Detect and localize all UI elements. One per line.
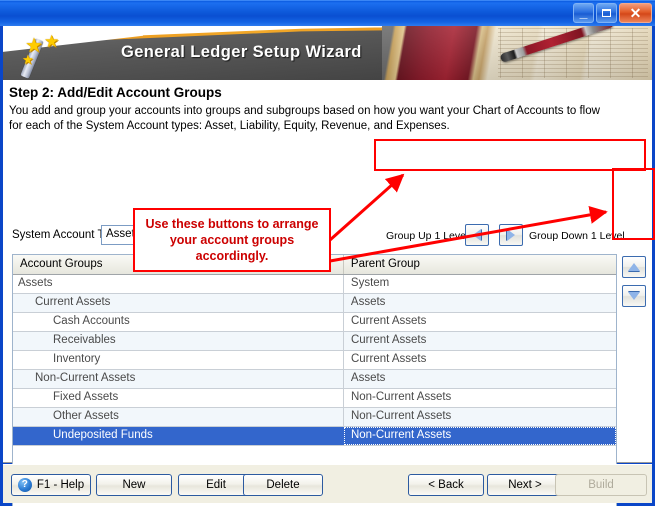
- table-row[interactable]: Assets System: [13, 275, 616, 294]
- banner-title: General Ledger Setup Wizard: [121, 43, 362, 61]
- cell-parent-group: Non-Current Assets: [343, 427, 616, 445]
- maximize-button[interactable]: [596, 3, 617, 23]
- page-title: Step 2: Add/Edit Account Groups: [9, 85, 222, 100]
- cell-account-group: Undeposited Funds: [53, 429, 153, 441]
- annotation-callout-text: Use these buttons to arrange your accoun…: [145, 217, 319, 263]
- new-button[interactable]: New: [96, 474, 172, 496]
- cell-account-group: Cash Accounts: [13, 313, 344, 331]
- table-row[interactable]: Non-Current Assets Assets: [13, 370, 616, 389]
- help-button[interactable]: ? F1 - Help: [11, 474, 91, 496]
- annotation-callout: Use these buttons to arrange your accoun…: [133, 208, 331, 272]
- footer-button-bar: ? F1 - Help New Edit Delete < Back Next …: [3, 464, 652, 503]
- help-button-label: F1 - Help: [36, 479, 85, 491]
- star-icon: ★: [44, 32, 60, 51]
- triangle-right-icon: [507, 229, 515, 241]
- page-description: You add and group your accounts into gro…: [9, 105, 600, 132]
- cell-parent-group: Current Assets: [350, 334, 427, 346]
- group-down-label: Group Down 1 Level: [529, 230, 625, 242]
- minimize-icon: _: [579, 4, 588, 20]
- cell-parent-group: Assets: [350, 296, 386, 308]
- cell-parent-group: Assets: [350, 372, 386, 384]
- column-header-parent-group[interactable]: Parent Group: [344, 255, 616, 274]
- star-icon: ★: [22, 52, 34, 67]
- cell-parent-group: Non-Current Assets: [350, 391, 452, 403]
- cell-account-group: Inventory: [13, 351, 344, 369]
- delete-button[interactable]: Delete: [243, 474, 323, 496]
- cell-account-group: Assets: [13, 275, 344, 293]
- move-row-up-button[interactable]: [622, 256, 646, 278]
- window-controls: _ ✕: [573, 3, 652, 23]
- cell-account-group: Current Assets: [13, 294, 344, 312]
- table-row[interactable]: Fixed Assets Non-Current Assets: [13, 389, 616, 408]
- cell-parent-group: System: [350, 277, 390, 289]
- close-icon: ✕: [629, 5, 642, 21]
- cell-parent-group: Non-Current Assets: [350, 410, 452, 422]
- next-button[interactable]: Next >: [487, 474, 563, 496]
- table-row[interactable]: Undeposited Funds Non-Current Assets: [13, 427, 616, 446]
- table-row[interactable]: Other Assets Non-Current Assets: [13, 408, 616, 427]
- group-up-label: Group Up 1 Level: [386, 230, 469, 242]
- triangle-left-icon: [473, 229, 481, 241]
- cell-account-group: Fixed Assets: [13, 389, 344, 407]
- cell-account-group: Non-Current Assets: [13, 370, 344, 388]
- triangle-up-icon: [628, 263, 640, 271]
- table-row[interactable]: Current Assets Assets: [13, 294, 616, 313]
- grid-rows: Assets System Current Assets Assets Cash Acc…: [13, 275, 616, 446]
- title-bar: _ ✕: [0, 0, 655, 26]
- cell-parent-group: Current Assets: [350, 353, 427, 365]
- table-row[interactable]: Receivables Current Assets: [13, 332, 616, 351]
- wizard-window: _ ✕ ★ ★ ★ General Ledger Setup Wizard St…: [0, 0, 655, 506]
- cell-parent-group: Current Assets: [350, 315, 427, 327]
- back-button[interactable]: < Back: [408, 474, 484, 496]
- cell-account-group: Other Assets: [13, 408, 344, 426]
- group-down-one-level-button[interactable]: [499, 224, 523, 246]
- magic-wand-icon: ★ ★ ★: [20, 32, 69, 79]
- table-row[interactable]: Cash Accounts Current Assets: [13, 313, 616, 332]
- minimize-button[interactable]: _: [573, 3, 594, 23]
- table-row[interactable]: Inventory Current Assets: [13, 351, 616, 370]
- wizard-banner: ★ ★ ★ General Ledger Setup Wizard: [3, 26, 652, 80]
- ledger-book-photo: [382, 26, 652, 80]
- question-mark-circle-icon: ?: [17, 478, 32, 492]
- group-up-one-level-button[interactable]: [465, 224, 489, 246]
- triangle-down-icon: [628, 292, 640, 300]
- cell-account-group: Receivables: [13, 332, 344, 350]
- close-button[interactable]: ✕: [619, 3, 652, 23]
- move-row-down-button[interactable]: [622, 285, 646, 307]
- maximize-icon: [597, 4, 616, 22]
- system-account-type-value: Asset: [106, 228, 135, 240]
- build-button: Build: [555, 474, 647, 496]
